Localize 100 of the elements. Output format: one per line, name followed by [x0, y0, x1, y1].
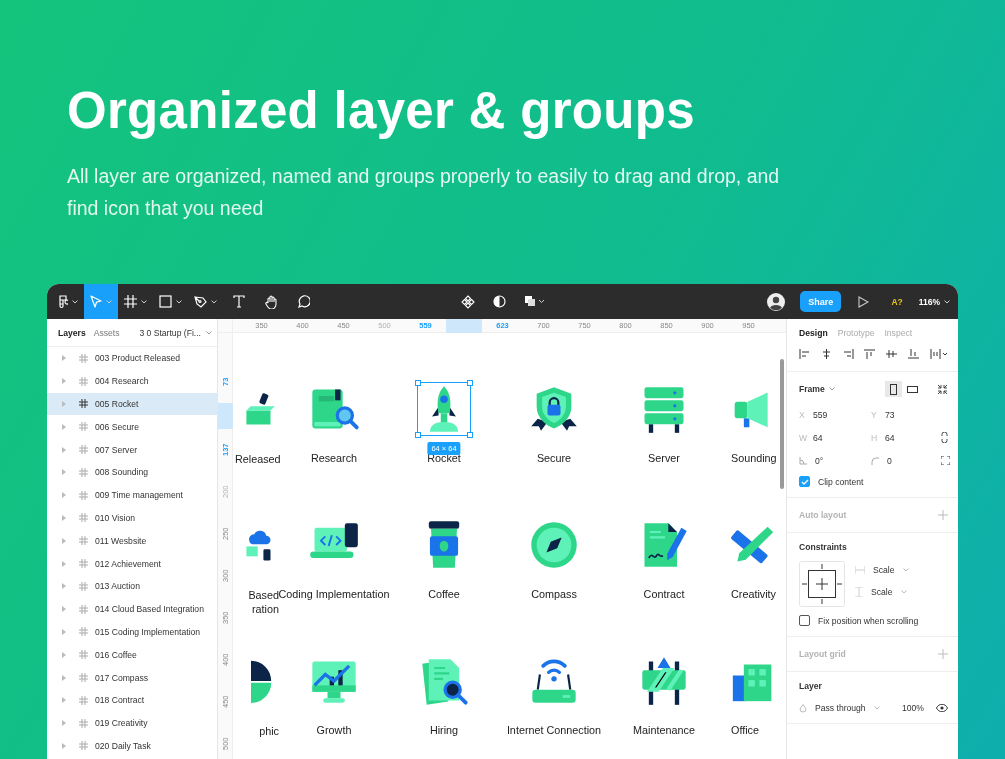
checkbox[interactable] [799, 615, 810, 626]
selection-frame[interactable] [415, 380, 473, 438]
layer-name: 003 Product Released [95, 353, 181, 364]
logo-icon [58, 294, 68, 309]
expand-arrow-icon[interactable] [62, 355, 66, 362]
layer-item[interactable]: 019 Creativity [47, 711, 217, 735]
layer-item[interactable]: 007 Server [47, 438, 217, 461]
section-title: Layout grid [799, 649, 846, 659]
panel-tab[interactable]: Design [794, 327, 833, 338]
panel-tab[interactable]: Assets [89, 327, 124, 338]
align-left-icon[interactable] [799, 349, 810, 359]
hash-icon [79, 376, 88, 386]
layer-item[interactable]: 020 Daily Task [47, 734, 217, 758]
corner-radius-icon [871, 456, 879, 465]
compass-icon [528, 519, 580, 571]
avatar[interactable] [767, 292, 786, 311]
blend-mode-dropdown[interactable]: Pass through [799, 703, 880, 713]
layer-item[interactable]: 013 Auction [47, 574, 217, 598]
scrollbar[interactable] [780, 359, 784, 489]
expand-arrow-icon[interactable] [62, 583, 66, 590]
layer-name: 016 Coffee [95, 649, 137, 660]
property-field[interactable]: 0 [871, 455, 941, 466]
align-right-icon[interactable] [842, 349, 854, 359]
align-top-icon[interactable] [864, 349, 876, 359]
panel-tab[interactable]: Layers [54, 327, 90, 338]
portrait-icon [890, 383, 897, 395]
hash-icon [79, 467, 88, 477]
layer-item[interactable]: 008 Sounding [47, 461, 217, 484]
expand-arrow-icon[interactable] [62, 492, 66, 499]
expand-arrow-icon[interactable] [62, 469, 66, 476]
eye-icon[interactable] [936, 704, 948, 712]
horizontal-constraint-dropdown[interactable]: Scale [855, 565, 909, 575]
layer-name: 009 Time management [95, 490, 183, 501]
expand-arrow-icon[interactable] [62, 446, 66, 453]
property-field[interactable]: X 559 [799, 409, 871, 420]
expand-arrow-icon[interactable] [62, 628, 66, 635]
layer-item[interactable]: 014 Cloud Based Integration [47, 597, 217, 621]
layer-item[interactable]: 003 Product Released [47, 347, 217, 370]
resize-to-fit-icon[interactable] [937, 383, 948, 395]
layer-item[interactable]: 015 Coding Implementation [47, 620, 217, 644]
expand-arrow-icon[interactable] [62, 742, 66, 749]
caret-icon [944, 299, 950, 304]
property-field[interactable]: 0° [799, 455, 871, 466]
opacity-field[interactable]: 100% [902, 703, 924, 713]
vertical-constraint-dropdown[interactable]: Scale [855, 587, 909, 597]
constraint-diagram[interactable] [799, 561, 845, 607]
corners-icon[interactable] [941, 456, 950, 465]
layer-item[interactable]: 006 Secure [47, 415, 217, 439]
comment-icon [296, 295, 310, 308]
expand-arrow-icon[interactable] [62, 537, 66, 544]
plus-icon[interactable] [938, 649, 948, 659]
layer-item[interactable]: 016 Coffee [47, 643, 217, 667]
expand-arrow-icon[interactable] [62, 674, 66, 681]
plus-icon[interactable] [938, 510, 948, 520]
hash-icon [79, 445, 88, 455]
expand-arrow-icon[interactable] [62, 697, 66, 704]
section-title: Layer [799, 681, 822, 691]
layer-name: 019 Creativity [95, 718, 148, 729]
property-field[interactable]: W 64 [799, 432, 871, 443]
expand-arrow-icon[interactable] [62, 378, 66, 385]
link-icon[interactable] [941, 432, 948, 443]
align-middle-icon[interactable] [886, 349, 898, 359]
missing-fonts-indicator[interactable]: A? [891, 296, 903, 307]
expand-arrow-icon[interactable] [62, 560, 66, 567]
layer-item[interactable]: 004 Research [47, 369, 217, 393]
layer-name: 020 Daily Task [95, 740, 151, 751]
expand-arrow-icon[interactable] [62, 651, 66, 658]
expand-arrow-icon[interactable] [62, 606, 66, 613]
align-bottom-icon[interactable] [908, 349, 920, 359]
description: All layer are organized, named and groups properly to easily to drag and drop, and find icon that you need [67, 164, 781, 221]
hash-icon [79, 673, 88, 683]
distribute-icon[interactable] [929, 349, 948, 359]
expand-arrow-icon[interactable] [62, 720, 66, 727]
checkbox[interactable] [799, 476, 810, 487]
layer-item[interactable]: 011 Wesbsite [47, 529, 217, 553]
layer-name: 014 Cloud Based Integration [95, 604, 204, 615]
hash-icon [79, 604, 88, 614]
layer-item[interactable]: 009 Time management [47, 483, 217, 507]
layer-item[interactable]: 010 Vision [47, 506, 217, 530]
icon-label: Growth [316, 724, 352, 736]
expand-arrow-icon[interactable] [62, 423, 66, 430]
hash-icon [79, 741, 88, 751]
page-dropdown[interactable]: 3 0 Startup (Fi... [139, 327, 212, 338]
layer-item[interactable]: 018 Contract [47, 688, 217, 712]
caret-icon [106, 299, 112, 304]
zoom-dropdown[interactable]: 116% [918, 296, 950, 307]
horizontal-constraint-icon [855, 566, 865, 574]
hash-icon [79, 399, 88, 409]
play-icon[interactable] [858, 295, 870, 308]
icon-label: Compass [531, 588, 577, 600]
section-title[interactable]: Frame [799, 384, 835, 394]
layer-name: 015 Coding Implementation [95, 626, 201, 637]
layer-item[interactable]: 005 Rocket [47, 392, 217, 416]
caret-icon [873, 706, 880, 710]
orientation-button[interactable] [885, 381, 902, 397]
align-center-icon[interactable] [820, 349, 832, 359]
expand-arrow-icon[interactable] [62, 401, 66, 407]
layer-item[interactable]: 017 Compass [47, 666, 217, 689]
expand-arrow-icon[interactable] [62, 514, 66, 521]
layer-item[interactable]: 012 Achievement [47, 552, 217, 575]
